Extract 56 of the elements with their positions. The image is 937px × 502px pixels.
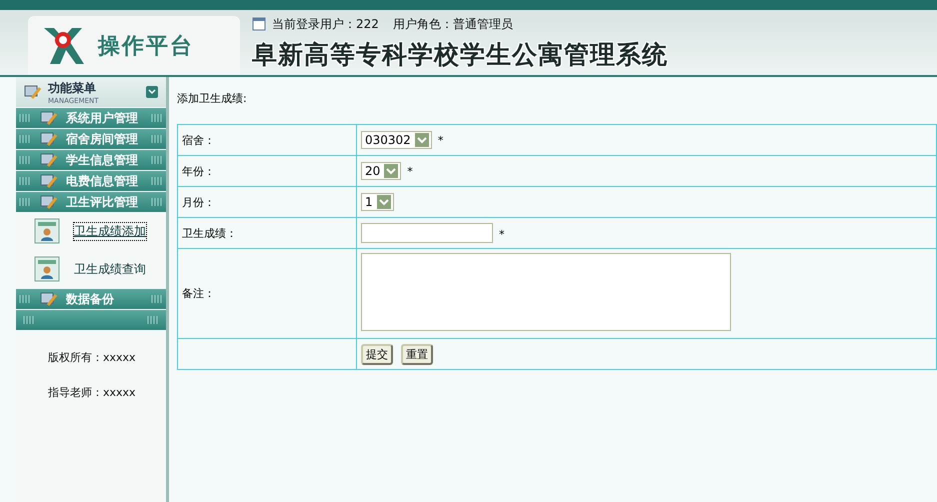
stripes-decoration	[150, 156, 164, 164]
input-field[interactable]	[361, 223, 493, 243]
user-role-text: 用户角色：普通管理员	[392, 16, 513, 32]
caret-icon[interactable]	[384, 164, 398, 178]
form-icon	[40, 110, 58, 126]
menu-section[interactable]: 数据备份	[16, 289, 166, 309]
menu-icon	[24, 84, 42, 100]
stripes-decoration	[18, 135, 32, 143]
stripes-decoration	[18, 177, 32, 185]
field-label: 年份：	[182, 164, 215, 178]
reset-button[interactable]: 重置	[401, 344, 433, 364]
footer-text: 版权所有：xxxxx	[47, 350, 137, 365]
stripes-decoration	[150, 198, 164, 206]
form-icon	[40, 173, 58, 189]
stripes-decoration	[22, 316, 36, 324]
menu-section[interactable]: 学生信息管理	[16, 150, 166, 170]
field-label: 备注：	[182, 287, 215, 300]
required-mark: *	[407, 165, 413, 178]
person-icon	[34, 256, 60, 282]
stripes-decoration	[150, 177, 164, 185]
form-icon	[40, 131, 58, 147]
platform-title: 操作平台	[98, 32, 194, 60]
system-title: 阜新高等专科学校学生公寓管理系统	[252, 39, 668, 71]
form-title: 添加卫生成绩:	[177, 91, 248, 106]
menu-title: 功能菜单	[48, 80, 97, 96]
stripes-decoration	[150, 114, 164, 122]
footer-text: 指导老师：xxxxx	[47, 385, 137, 400]
caret-icon[interactable]	[414, 133, 429, 147]
required-mark: *	[499, 228, 504, 240]
dropdown[interactable]: 030302	[361, 131, 432, 149]
stripes-decoration	[18, 114, 32, 122]
menu-link[interactable]: 卫生成绩查询	[74, 260, 146, 278]
field-label: 月份：	[182, 196, 215, 208]
form-icon	[40, 152, 58, 168]
collapse-icon[interactable]	[146, 86, 158, 98]
form-icon	[40, 194, 58, 210]
form-icon	[40, 291, 58, 307]
caret-icon[interactable]	[376, 195, 391, 209]
calendar-icon	[252, 17, 266, 31]
stripes-decoration	[150, 295, 164, 303]
menu-link[interactable]: 卫生成绩添加	[74, 222, 146, 240]
menu-section[interactable]: 电费信息管理	[16, 171, 166, 191]
dropdown[interactable]: 1	[361, 193, 394, 211]
person-icon	[34, 218, 60, 244]
login-user-text: 当前登录用户：222	[272, 16, 379, 32]
text-area[interactable]	[361, 253, 731, 331]
stripes-decoration	[150, 135, 164, 143]
dropdown[interactable]: 20	[361, 162, 402, 180]
stripes-decoration	[18, 156, 32, 164]
field-label: 宿舍：	[182, 134, 215, 146]
submit-button[interactable]: 提交	[361, 344, 393, 364]
stripes-decoration	[18, 198, 32, 206]
stripes-decoration	[146, 316, 160, 324]
stripes-decoration	[18, 295, 32, 303]
field-label: 卫生成绩：	[182, 226, 237, 240]
required-mark: *	[438, 134, 444, 147]
